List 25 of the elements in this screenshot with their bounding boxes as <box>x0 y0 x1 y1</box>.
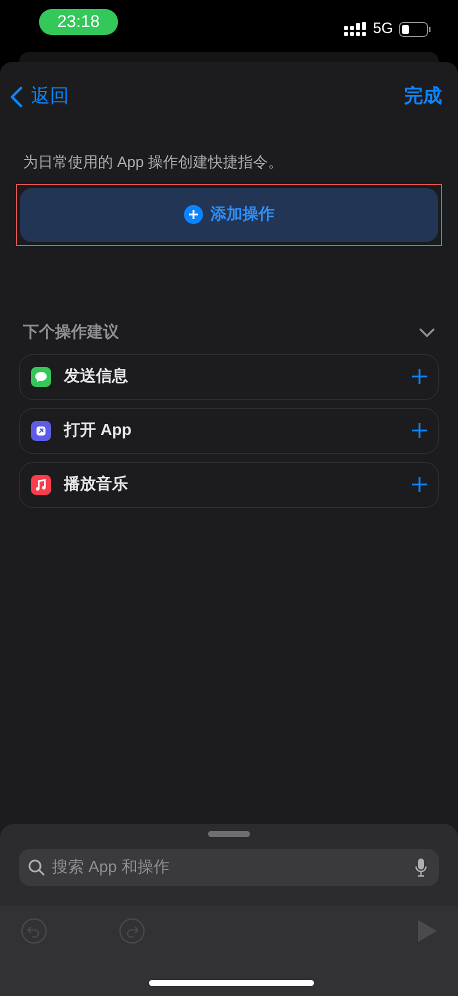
back-button[interactable]: 返回 <box>10 82 69 112</box>
suggestion-label: 发送信息 <box>64 366 129 386</box>
battery-icon <box>399 22 431 37</box>
microphone-icon[interactable] <box>415 858 427 877</box>
add-action-button[interactable]: 添加操作 <box>20 188 438 242</box>
suggestion-row[interactable]: 发送信息 <box>19 354 439 400</box>
plus-icon[interactable] <box>412 477 427 492</box>
search-icon <box>28 859 45 876</box>
section-title: 下个操作建议 <box>23 322 119 342</box>
drag-handle[interactable] <box>208 831 250 837</box>
suggestion-row[interactable]: 打开 App <box>19 408 439 454</box>
done-button[interactable]: 完成 <box>404 82 442 112</box>
suggestion-label: 打开 App <box>64 420 133 440</box>
signal-icon <box>344 22 367 37</box>
chevron-down-icon[interactable] <box>419 328 435 338</box>
chevron-left-icon <box>10 86 23 108</box>
plus-circle-icon <box>184 205 202 224</box>
description-text: 为日常使用的 App 操作创建快捷指令。 <box>23 153 284 173</box>
time-pill: 23:18 <box>39 9 118 35</box>
plus-icon[interactable] <box>412 369 427 384</box>
suggestion-label: 播放音乐 <box>64 474 129 494</box>
search-field[interactable]: 搜索 App 和操作 <box>19 849 439 886</box>
plus-icon[interactable] <box>412 423 427 438</box>
suggestion-row[interactable]: 播放音乐 <box>19 462 439 508</box>
network-label: 5G <box>372 19 393 39</box>
